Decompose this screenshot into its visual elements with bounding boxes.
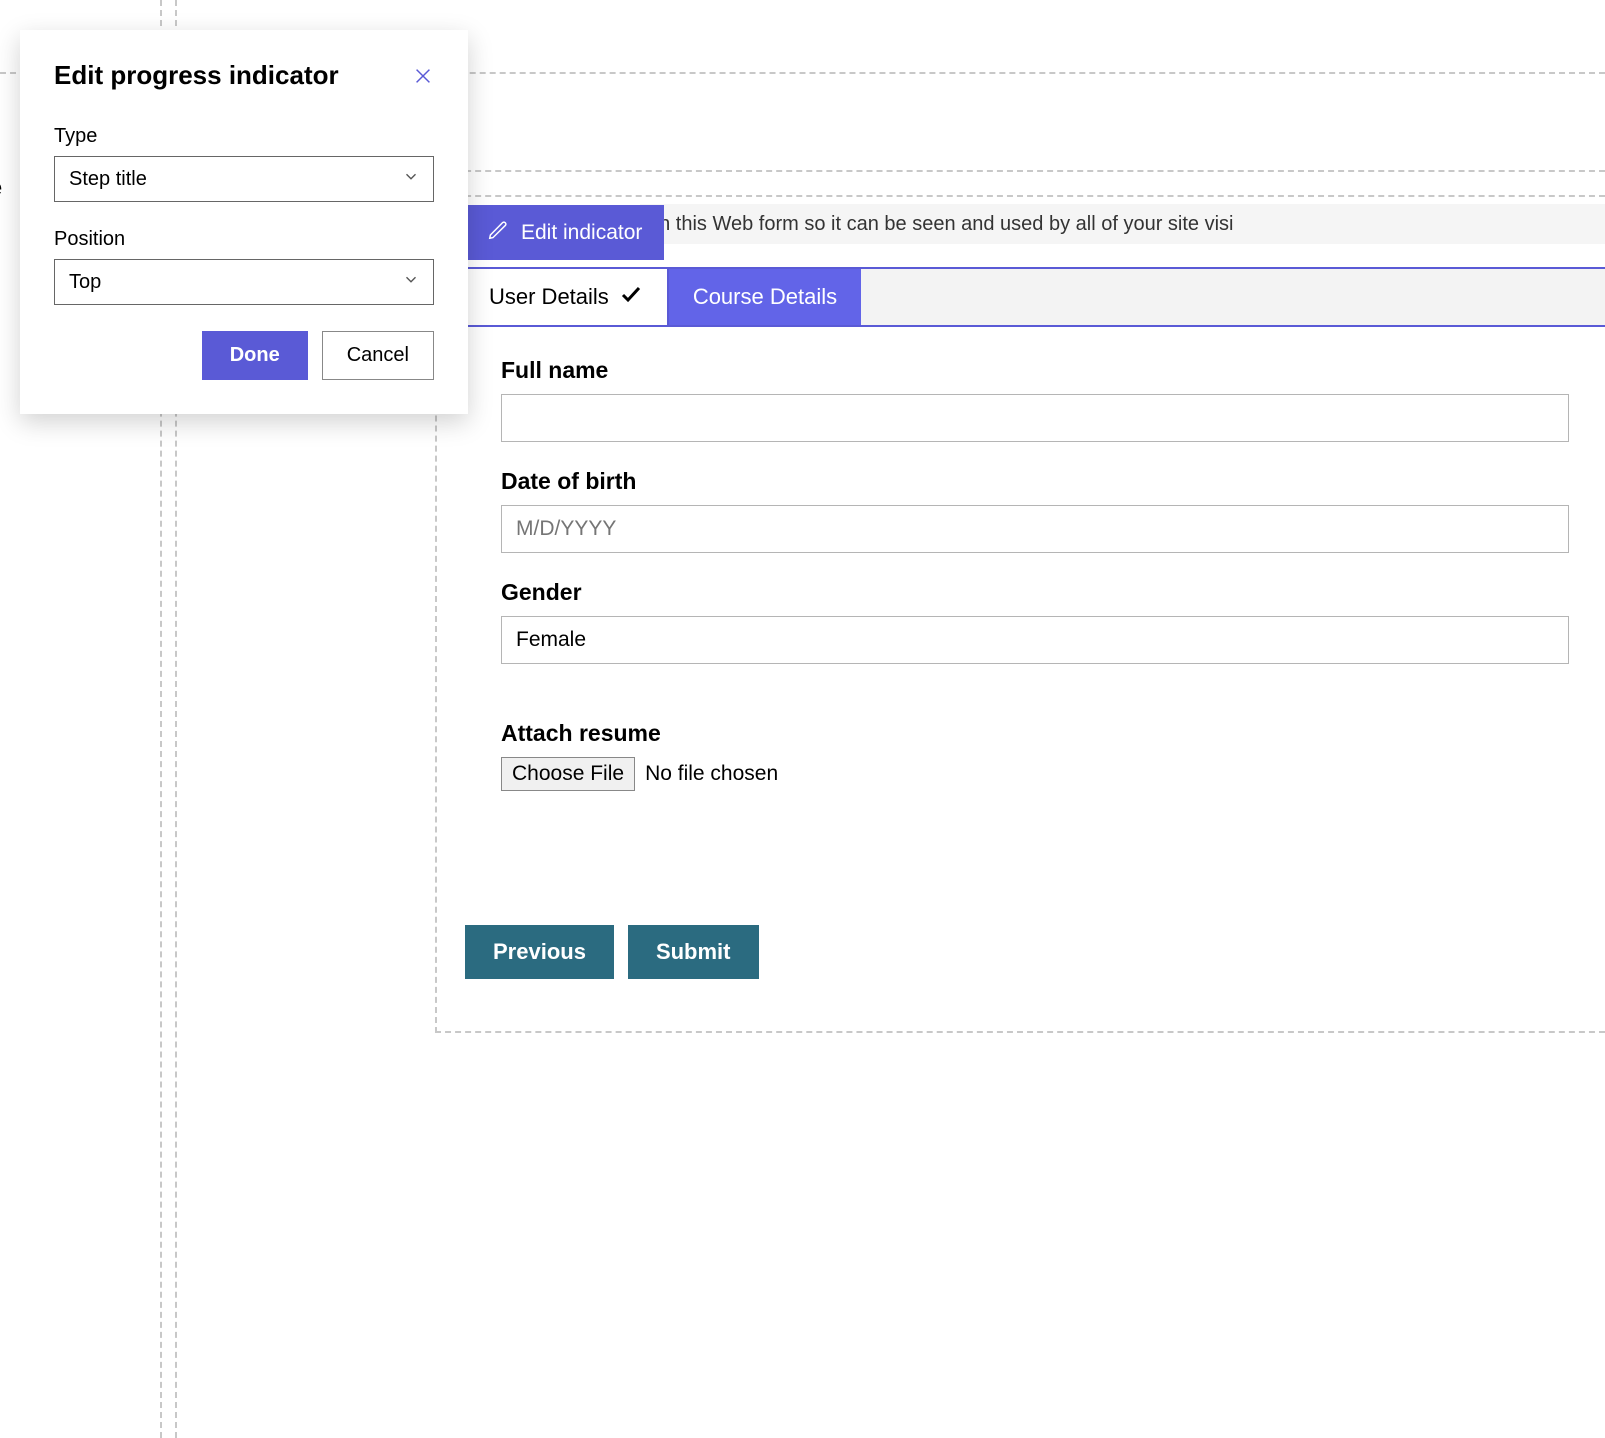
tab-course-details[interactable]: Course Details [669, 269, 861, 325]
gender-select[interactable] [501, 616, 1569, 664]
info-banner-text: on this Web form so it can be seen and u… [648, 213, 1234, 236]
pencil-icon [487, 219, 509, 247]
edit-indicator-label: Edit indicator [521, 221, 642, 245]
canvas-guide-horizontal-2 [435, 170, 1605, 172]
full-name-label: Full name [501, 357, 1569, 384]
info-banner: on this Web form so it can be seen and u… [640, 204, 1605, 244]
type-label: Type [54, 125, 434, 148]
progress-step-tabs: User Details Course Details [465, 267, 1605, 327]
done-button[interactable]: Done [202, 331, 308, 380]
field-gender: Gender [501, 579, 1569, 664]
full-name-input[interactable] [501, 394, 1569, 442]
gender-label: Gender [501, 579, 1569, 606]
field-attach-resume: Attach resume Choose File No file chosen [501, 720, 1569, 791]
position-select[interactable] [54, 259, 434, 305]
choose-file-button[interactable]: Choose File [501, 757, 635, 791]
close-icon[interactable] [412, 65, 434, 87]
tab-user-details[interactable]: User Details [465, 269, 669, 325]
tab-label: User Details [489, 284, 609, 310]
clipped-text-fragment: e [0, 175, 2, 201]
dob-label: Date of birth [501, 468, 1569, 495]
file-status-text: No file chosen [645, 762, 778, 786]
checkmark-icon [619, 282, 643, 312]
cancel-button[interactable]: Cancel [322, 331, 434, 380]
dob-input[interactable] [501, 505, 1569, 553]
attach-label: Attach resume [501, 720, 1569, 747]
tab-label: Course Details [693, 284, 837, 310]
field-date-of-birth: Date of birth [501, 468, 1569, 553]
type-select[interactable] [54, 156, 434, 202]
position-label: Position [54, 228, 434, 251]
edit-progress-indicator-dialog: Edit progress indicator Type Position Do… [20, 30, 468, 414]
form-nav-buttons: Previous Submit [465, 925, 759, 979]
dialog-title: Edit progress indicator [54, 60, 339, 91]
edit-indicator-button[interactable]: Edit indicator [465, 205, 664, 260]
form-area: Full name Date of birth Gender Attach re… [465, 327, 1605, 837]
submit-button[interactable]: Submit [628, 925, 759, 979]
previous-button[interactable]: Previous [465, 925, 614, 979]
field-full-name: Full name [501, 357, 1569, 442]
